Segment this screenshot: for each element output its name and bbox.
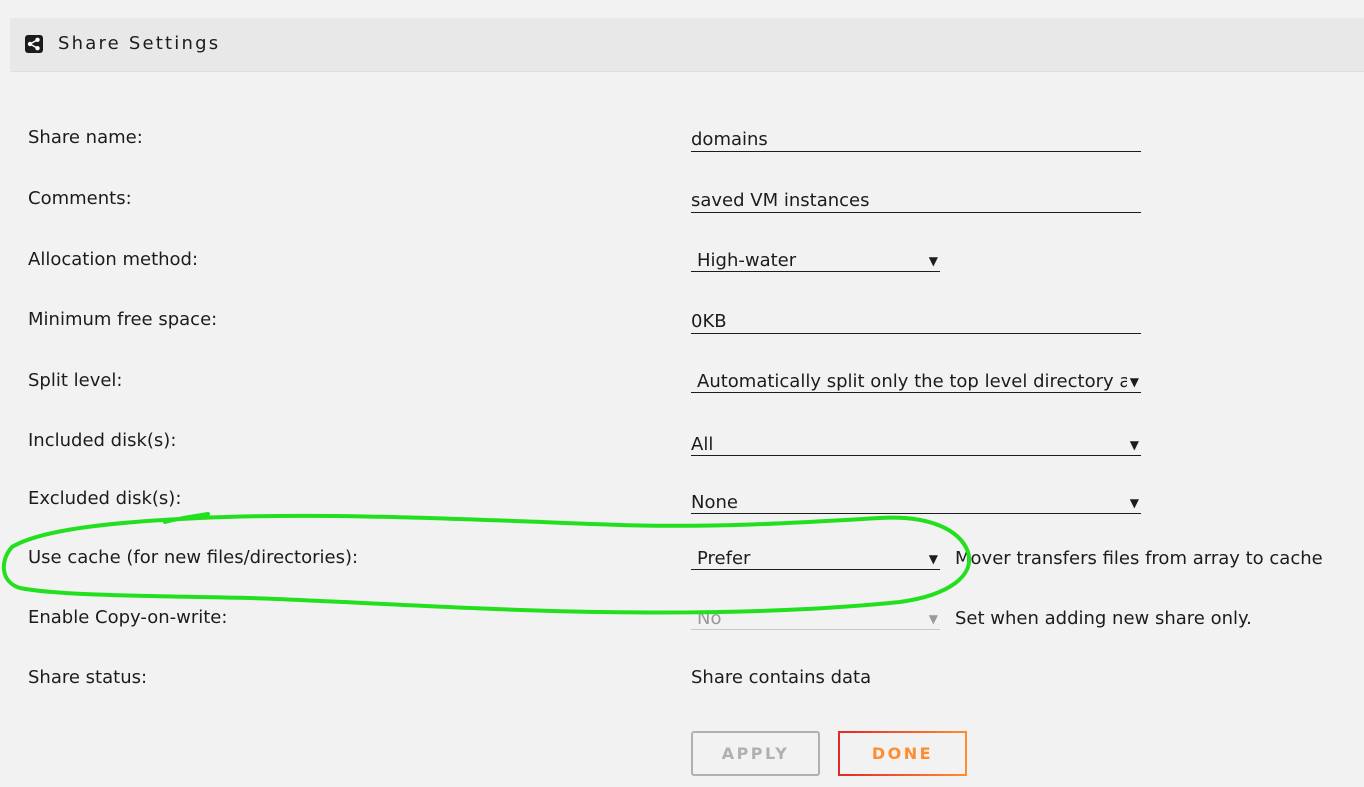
allocation-method-label: Allocation method:	[28, 249, 199, 270]
apply-button[interactable]: APPLY	[691, 731, 820, 776]
share-status-value: Share contains data	[691, 667, 872, 688]
use-cache-label: Use cache (for new files/directories):	[28, 547, 359, 568]
dropdown-arrow-icon: ▼	[1129, 375, 1139, 389]
split-level-select[interactable]: Automatically split only the top level d…	[691, 371, 1141, 393]
dropdown-arrow-icon: ▼	[928, 552, 938, 566]
allocation-method-value: High-water	[697, 250, 797, 271]
excluded-disks-value: None	[691, 492, 738, 513]
use-cache-note: Mover transfers files from array to cach…	[955, 548, 1323, 569]
dropdown-arrow-icon: ▼	[1129, 496, 1139, 510]
use-cache-select[interactable]: Prefer ▼	[691, 548, 940, 570]
highlight-annotation	[1, 512, 972, 615]
done-button[interactable]: DONE	[838, 731, 967, 776]
dropdown-arrow-icon: ▼	[1129, 438, 1139, 452]
split-level-label: Split level:	[28, 370, 123, 391]
excluded-disks-select[interactable]: None ▼	[691, 492, 1141, 514]
copy-on-write-value: No	[697, 608, 722, 629]
dropdown-arrow-icon: ▼	[928, 612, 938, 626]
split-level-value: Automatically split only the top level d…	[697, 371, 1127, 392]
comments-label: Comments:	[28, 188, 132, 209]
share-name-label: Share name:	[28, 127, 143, 148]
copy-on-write-select: No ▼	[691, 608, 940, 630]
share-icon	[25, 35, 43, 53]
use-cache-value: Prefer	[697, 548, 751, 569]
included-disks-value: All	[691, 434, 714, 455]
share-status-label: Share status:	[28, 667, 148, 688]
copy-on-write-note: Set when adding new share only.	[955, 608, 1252, 629]
copy-on-write-label: Enable Copy-on-write:	[28, 607, 228, 628]
included-disks-select[interactable]: All ▼	[691, 434, 1141, 456]
share-name-input[interactable]: domains	[691, 129, 1141, 152]
comments-input[interactable]: saved VM instances	[691, 190, 1141, 213]
included-disks-label: Included disk(s):	[28, 430, 177, 451]
min-free-space-input[interactable]: 0KB	[691, 311, 1141, 334]
allocation-method-select[interactable]: High-water ▼	[691, 250, 940, 272]
share-settings-header: Share Settings	[10, 18, 1364, 72]
dropdown-arrow-icon: ▼	[928, 254, 938, 268]
excluded-disks-label: Excluded disk(s):	[28, 488, 182, 509]
min-free-space-label: Minimum free space:	[28, 309, 218, 330]
page-title: Share Settings	[58, 33, 221, 54]
